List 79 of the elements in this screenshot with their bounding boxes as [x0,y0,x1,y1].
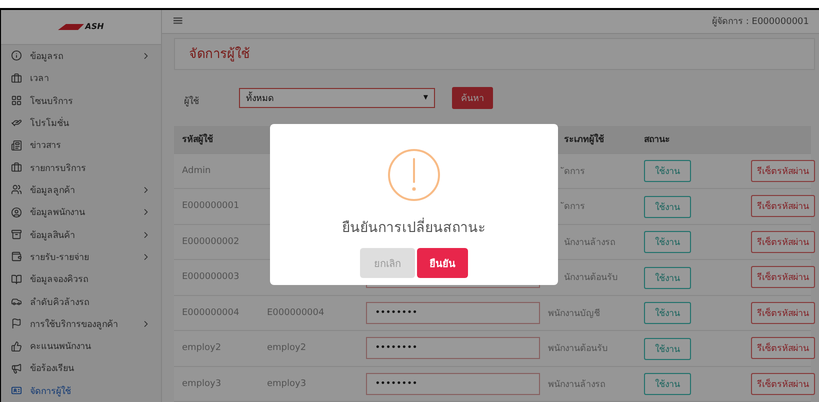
status-button[interactable]: ใช้งาน [644,196,691,218]
table-cell-text: E000000004 [267,308,326,318]
search-button[interactable]: ค้นหา [452,86,493,108]
table-cell-text: พนักงานต้อนรับ [547,342,609,356]
status-button[interactable]: ใช้งาน [644,266,691,289]
filter-label: ผู้ใช้ [184,94,200,108]
hand-icon [11,117,22,128]
status-button[interactable]: ใช้งาน [644,373,691,396]
reset-password-button[interactable]: รีเซ็ตรหัสผ่าน [751,195,815,218]
sidebar-item[interactable]: ข้อมูลรถ [1,44,161,68]
sidebar-item[interactable]: โซนบริการ [1,89,161,112]
sidebar-item[interactable]: เวลา [1,67,161,90]
password-field[interactable]: •••••••• [366,372,540,395]
table-cell-text: พนักงานบัญชี [547,308,601,320]
table-cell-text: นักงานล้างรถ [563,236,616,249]
sidebar-item[interactable]: การใช้บริการของลูกค้า [1,312,161,335]
wallet-icon [11,251,22,262]
table-cell-text: employ2 [182,343,222,354]
newspaper-icon [11,140,22,151]
sidebar-item[interactable]: ข้อร้องเรียน [1,357,161,380]
password-field[interactable]: •••••••• [366,337,540,360]
table-cell-text: Admin [182,166,212,176]
table-cell-text: นักงานต้อนรับ [563,272,619,284]
column-header: รหัสผู้ใช้ [182,132,214,146]
password-field[interactable]: •••••••• [366,302,540,324]
swoosh-logo-icon [58,22,84,31]
id-card-icon [11,385,22,396]
car-icon [11,296,22,307]
sidebar-item[interactable]: ข้อมูลจองคิวรถ [1,268,161,290]
table-cell-text: employ2 [267,343,308,354]
megaphone-icon [11,362,22,374]
thumbs-up-icon [11,340,22,352]
warning-icon [387,148,441,202]
sidebar-item[interactable]: ข่าวสาร [1,134,161,156]
user-circle-icon [11,206,22,218]
table-cell-text: E000000004 [182,308,240,318]
sidebar-item[interactable]: โปรโมชั่น [1,112,161,134]
column-header: สถานะ [644,134,671,146]
table-cell: ัดการ [542,164,644,178]
flag-icon [11,318,22,330]
book-icon [11,274,22,285]
users-icon [11,184,22,196]
status-button[interactable]: ใช้งาน [644,338,691,360]
table-cell-text: employ3 [182,378,222,389]
reset-password-button[interactable]: รีเซ็ตรหัสผ่าน [751,230,815,253]
sidebar-item[interactable]: ข้อมูลพนักงาน [1,201,161,224]
reset-password-button[interactable]: รีเซ็ตรหัสผ่าน [751,302,815,324]
table-cell: ัดการ [542,199,644,214]
reset-password-button[interactable]: รีเซ็ตรหัสผ่าน [751,266,815,288]
status-button[interactable]: ใช้งาน [644,231,691,254]
briefcase-icon [11,72,22,84]
sidebar-item[interactable]: คะแนนพนักงาน [1,335,161,358]
logo-text: ASH [85,22,104,32]
table-cell-text: E000000003 [182,272,240,282]
info-icon [11,50,22,62]
status-button[interactable]: ใช้งาน [644,302,691,324]
briefcase-icon [11,162,22,174]
reset-password-button[interactable]: รีเซ็ตรหัสผ่าน [751,372,815,395]
table-cell-text: พนักงานล้างรถ [547,378,606,391]
reset-password-button[interactable]: รีเซ็ตรหัสผ่าน [751,160,815,182]
column-header: ระเภทผู้ใช้ [563,132,605,146]
grid-icon [11,95,22,106]
status-button[interactable]: ใช้งาน [644,160,691,182]
user-label: ผู้จัดการ : E000000001 [712,16,809,28]
sidebar-item[interactable]: ข้อมูลลูกค้า [1,178,161,202]
table-cell-text: E000000002 [182,236,240,247]
menu-icon[interactable]: ≡ [172,13,184,30]
confirm-button[interactable]: ยืนยัน [417,248,468,278]
sidebar-item[interactable]: จัดการผู้ใช้ [1,380,161,402]
table-cell-text: E000000001 [182,201,240,212]
table-cell-text: employ3 [267,378,308,389]
sidebar-item[interactable]: ลำดับคิวล้างรถ [1,290,161,313]
archive-icon [11,229,22,240]
sidebar-item[interactable]: ข้อมูลสินค้า [1,223,161,246]
reset-password-button[interactable]: รีเซ็ตรหัสผ่าน [751,337,815,360]
page-title: จัดการผู้ใช้ [189,46,250,64]
sidebar-item[interactable]: รายรับ-รายจ่าย [1,246,161,268]
sidebar-item[interactable]: รายการบริการ [1,156,161,179]
dialog-title: ยืนยันการเปลี่ยนสถานะ [342,216,486,238]
